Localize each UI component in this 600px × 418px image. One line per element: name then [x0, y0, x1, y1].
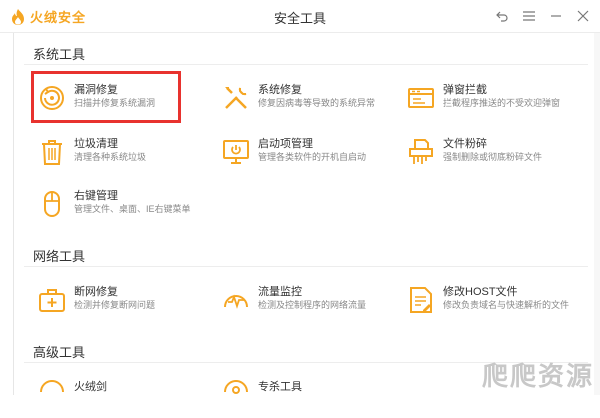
tool-desc: 清理各种系统垃圾 — [74, 152, 147, 162]
scrollbar[interactable] — [594, 33, 600, 395]
tool-desc: 检测及控制程序的网络流量 — [258, 300, 367, 310]
tool-host-edit[interactable]: 修改HOST文件 修改负责域名与快速解析的文件 — [406, 283, 581, 323]
tool-name: 断网修复 — [74, 286, 118, 298]
host-file-edit-icon — [410, 287, 432, 313]
tool-desc: 修复因病毒等导致的系统异常 — [258, 98, 376, 108]
watermark: 爬爬资源 — [481, 361, 594, 391]
tool-desc: 管理文件、桌面、IE右键菜单 — [74, 204, 191, 214]
tool-name: 火绒剑 — [74, 381, 107, 393]
section-title-system: 系统工具 — [33, 47, 86, 62]
tool-name: 启动项管理 — [258, 138, 313, 150]
title-bar: 火绒安全 安全工具 — [0, 0, 600, 33]
special-kill-icon — [224, 380, 248, 394]
sword-icon — [40, 380, 64, 393]
trash-bin-icon — [42, 140, 62, 165]
section-title-network: 网络工具 — [33, 249, 86, 264]
tool-desc: 修改负责域名与快速解析的文件 — [443, 300, 570, 310]
tool-name: 专杀工具 — [258, 381, 302, 393]
tool-special-kill[interactable]: 专杀工具 — [221, 378, 396, 418]
popup-window-icon — [408, 88, 434, 108]
tool-context-menu[interactable]: 右键管理 管理文件、桌面、IE右键菜单 — [37, 187, 212, 227]
tool-huorong-sword[interactable]: 火绒剑 — [37, 378, 212, 418]
tool-popup-block[interactable]: 弹窗拦截 拦截程序推送的不受欢迎弹窗 — [406, 81, 581, 121]
section-title-advanced: 高级工具 — [33, 345, 86, 360]
section-divider — [24, 64, 588, 65]
mouse-icon — [44, 191, 60, 217]
hamburger-menu-icon[interactable] — [520, 7, 538, 25]
tool-network-repair[interactable]: 断网修复 检测并修复断网问题 — [37, 283, 212, 323]
traffic-gauge-icon — [224, 294, 248, 309]
tool-startup-manage[interactable]: 启动项管理 管理各类软件的开机自启动 — [221, 135, 396, 175]
file-shredder-icon — [409, 139, 433, 164]
tool-desc: 强制删除或彻底粉碎文件 — [443, 152, 543, 162]
tool-traffic-monitor[interactable]: 流量监控 检测及控制程序的网络流量 — [221, 283, 396, 323]
tool-name: 弹窗拦截 — [443, 84, 487, 96]
tool-system-repair[interactable]: 系统修复 修复因病毒等导致的系统异常 — [221, 81, 396, 121]
tool-desc: 检测并修复断网问题 — [74, 300, 156, 310]
highlight-box — [31, 71, 181, 123]
tool-name: 垃圾清理 — [74, 138, 118, 150]
tool-name: 系统修复 — [258, 84, 302, 96]
tool-name: 流量监控 — [258, 286, 302, 298]
minimize-icon[interactable] — [547, 7, 565, 25]
tool-desc: 拦截程序推送的不受欢迎弹窗 — [443, 98, 561, 108]
section-divider — [24, 266, 588, 267]
system-repair-tools-icon — [225, 87, 247, 109]
tool-name: 文件粉碎 — [443, 138, 487, 150]
tool-name: 修改HOST文件 — [443, 286, 518, 298]
tool-junk-clean[interactable]: 垃圾清理 清理各种系统垃圾 — [37, 135, 212, 175]
back-arrow-icon[interactable] — [493, 7, 511, 25]
tool-desc: 管理各类软件的开机自启动 — [258, 152, 367, 162]
tool-name: 右键管理 — [74, 190, 118, 202]
close-icon[interactable] — [574, 7, 592, 25]
startup-monitor-icon — [223, 140, 249, 164]
tool-file-shred[interactable]: 文件粉碎 强制删除或彻底粉碎文件 — [406, 135, 581, 175]
network-repair-kit-icon — [39, 289, 65, 312]
tools-panel: 系统工具 漏洞修复 扫描并修复系统漏洞 系统修复 修复因病毒等导致的系统异常 弹… — [13, 33, 600, 395]
